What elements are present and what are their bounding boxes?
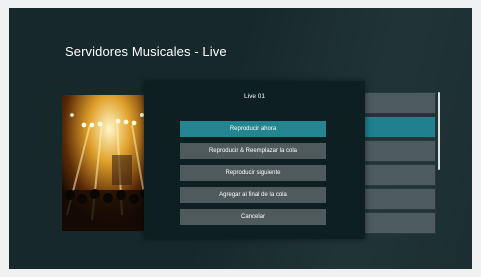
play-replace-queue-button[interactable]: Reproducir & Reemplazar la cola — [180, 143, 326, 159]
side-list-item-selected[interactable] — [364, 116, 436, 138]
tv-screen: Servidores Musicales - Live Live 01 Repr… — [9, 8, 472, 269]
play-now-button[interactable]: Reproducir ahora — [180, 121, 326, 137]
play-next-button[interactable]: Reproducir siguiente — [180, 165, 326, 181]
cancel-button[interactable]: Cancelar — [180, 209, 326, 225]
side-list-item[interactable] — [364, 164, 436, 186]
side-list-item[interactable] — [364, 212, 436, 234]
add-to-end-of-queue-button[interactable]: Agregar al final de la cola — [180, 187, 326, 203]
side-list-item[interactable] — [364, 92, 436, 114]
scrollbar[interactable] — [438, 92, 440, 170]
dialog-title: Live 01 — [244, 93, 265, 100]
side-list-item[interactable] — [364, 140, 436, 162]
page-title: Servidores Musicales - Live — [65, 44, 227, 59]
album-art-image — [62, 95, 148, 231]
context-menu-dialog: Live 01 Reproducir ahora Reproducir & Re… — [144, 81, 365, 239]
side-list-item[interactable] — [364, 188, 436, 210]
